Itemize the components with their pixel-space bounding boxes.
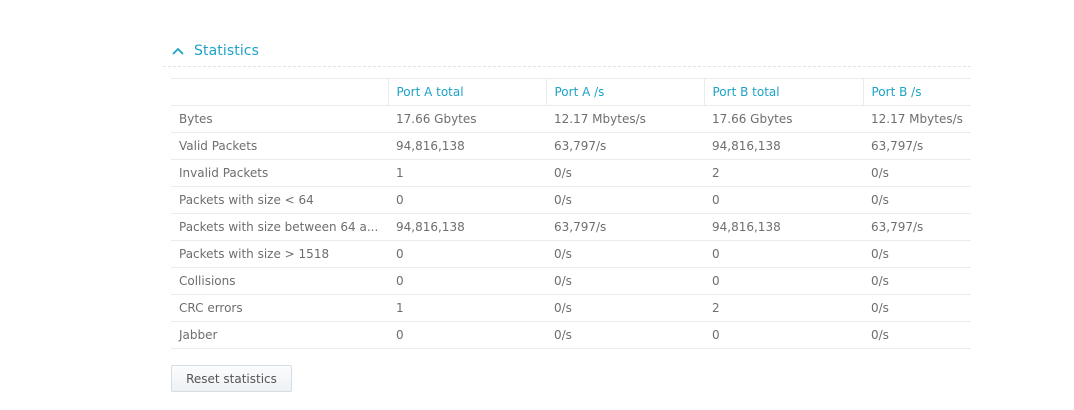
statistics-section-header[interactable]: Statistics [163, 36, 971, 67]
table-cell: 0/s [863, 186, 971, 214]
table-cell: 0 [388, 321, 546, 349]
table-cell: 12.17 Mbytes/s [546, 105, 704, 133]
table-row: Jabber 0 0/s 0 0/s [171, 321, 971, 349]
table-header-row: Port A total Port A /s Port B total Port… [171, 78, 971, 106]
row-label: Jabber [171, 321, 388, 349]
table-cell: 0 [388, 267, 546, 295]
column-header-port-b-total: Port B total [703, 78, 863, 106]
row-label: Bytes [171, 105, 388, 133]
table-cell: 0/s [546, 186, 704, 214]
table-cell: 0/s [546, 159, 704, 187]
table-cell: 0/s [863, 159, 971, 187]
table-cell: 1 [388, 159, 546, 187]
table-cell: 17.66 Gbytes [388, 105, 546, 133]
reset-statistics-button[interactable]: Reset statistics [171, 365, 292, 392]
row-label: Invalid Packets [171, 159, 388, 187]
table-cell: 94,816,138 [388, 213, 546, 241]
row-label: Collisions [171, 267, 388, 295]
table-cell: 0/s [546, 321, 704, 349]
table-cell: 0 [704, 186, 863, 214]
row-label: Valid Packets [171, 132, 388, 160]
row-label: Packets with size > 1518 [171, 240, 388, 268]
table-cell: 0/s [546, 294, 704, 322]
table-cell: 0/s [546, 240, 704, 268]
table-cell: 2 [704, 159, 863, 187]
row-label: Packets with size between 64 a... [171, 213, 388, 241]
table-cell: 63,797/s [863, 213, 971, 241]
table-cell: 0/s [863, 267, 971, 295]
table-cell: 94,816,138 [388, 132, 546, 160]
table-cell: 2 [704, 294, 863, 322]
column-header-port-b-rate: Port B /s [862, 78, 971, 106]
row-label: CRC errors [171, 294, 388, 322]
table-row: Packets with size between 64 a... 94,816,… [171, 213, 971, 241]
table-row: Invalid Packets 1 0/s 2 0/s [171, 159, 971, 187]
table-cell: 0/s [863, 240, 971, 268]
table-cell: 0 [388, 240, 546, 268]
table-row: CRC errors 1 0/s 2 0/s [171, 294, 971, 322]
statistics-table: Port A total Port A /s Port B total Port… [171, 78, 971, 349]
table-cell: 0 [388, 186, 546, 214]
table-row: Valid Packets 94,816,138 63,797/s 94,816,13… [171, 132, 971, 160]
table-cell: 0 [704, 240, 863, 268]
table-cell: 0 [704, 267, 863, 295]
table-row: Packets with size > 1518 0 0/s 0 0/s [171, 240, 971, 268]
table-cell: 0/s [863, 294, 971, 322]
column-header-label [171, 78, 388, 106]
table-cell: 63,797/s [546, 132, 704, 160]
table-cell: 0 [704, 321, 863, 349]
table-cell: 63,797/s [863, 132, 971, 160]
statistics-table-body: Bytes 17.66 Gbytes 12.17 Mbytes/s 17.66 Gby… [171, 105, 971, 349]
column-header-port-a-rate: Port A /s [545, 78, 704, 106]
section-title: Statistics [194, 43, 259, 59]
column-header-port-a-total: Port A total [387, 78, 546, 106]
table-cell: 0/s [863, 321, 971, 349]
table-cell: 1 [388, 294, 546, 322]
table-cell: 12.17 Mbytes/s [863, 105, 971, 133]
statistics-panel: Statistics Port A total Port A /s Port B… [163, 36, 971, 392]
table-cell: 17.66 Gbytes [704, 105, 863, 133]
table-cell: 94,816,138 [704, 132, 863, 160]
table-row: Bytes 17.66 Gbytes 12.17 Mbytes/s 17.66 Gby… [171, 105, 971, 133]
table-cell: 63,797/s [546, 213, 704, 241]
table-row: Packets with size < 64 0 0/s 0 0/s [171, 186, 971, 214]
table-row: Collisions 0 0/s 0 0/s [171, 267, 971, 295]
table-cell: 0/s [546, 267, 704, 295]
chevron-up-icon[interactable] [171, 44, 185, 58]
table-cell: 94,816,138 [704, 213, 863, 241]
row-label: Packets with size < 64 [171, 186, 388, 214]
